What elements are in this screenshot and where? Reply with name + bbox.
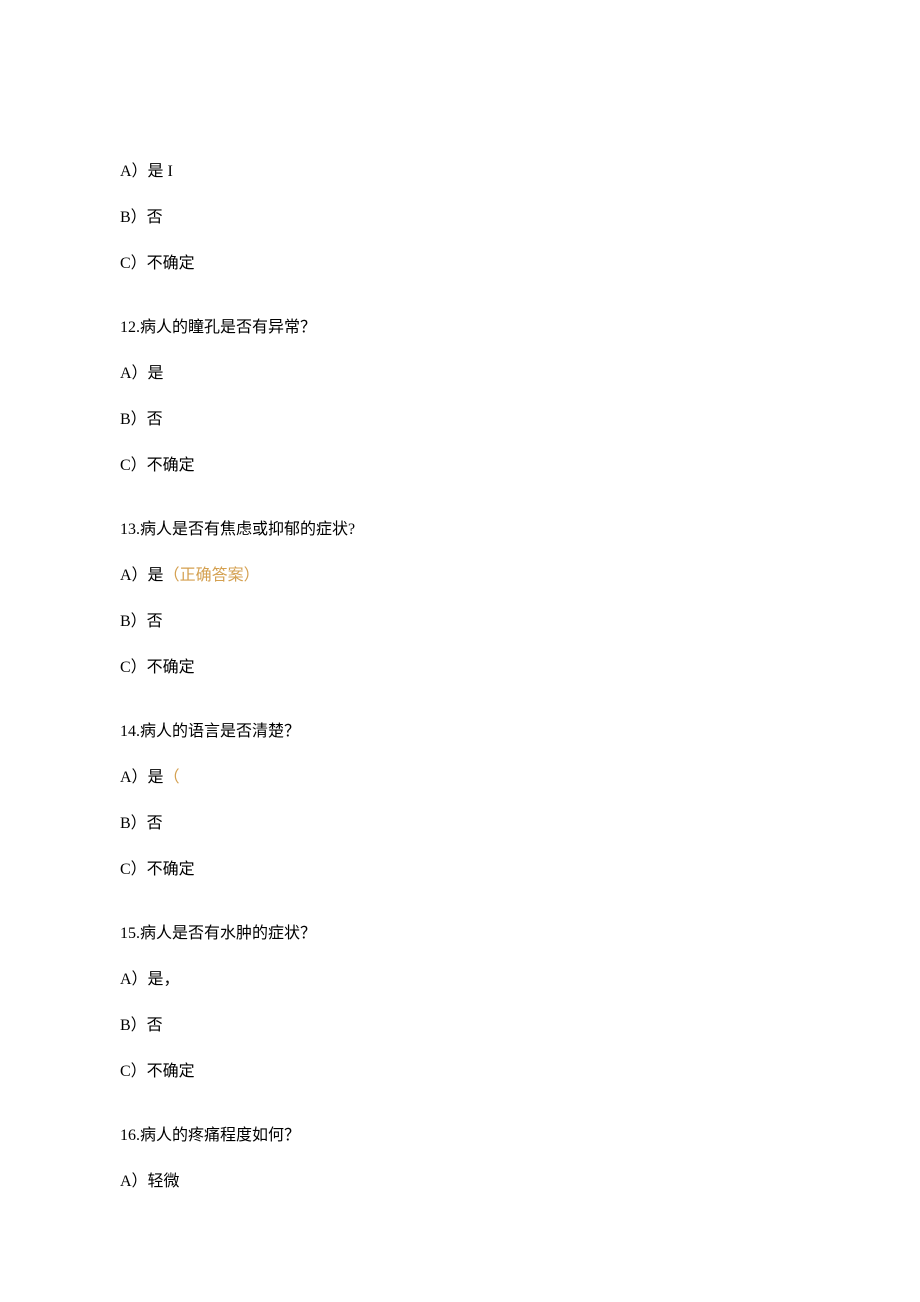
document-content: A）是 I B）否 C）不确定 12.病人的瞳孔是否有异常？ A）是 B）否 C）不确定 13… xyxy=(120,160,800,1194)
option-text: B）否 xyxy=(120,408,800,432)
question-text: 12.病人的瞳孔是否有异常？ xyxy=(120,316,800,340)
option-text: A）是， xyxy=(120,968,800,992)
correct-answer-label: （ xyxy=(164,769,180,786)
option-text: A）是 xyxy=(120,362,800,386)
option-text: A）是 I xyxy=(120,160,800,184)
option-with-answer: A）是（正确答案） xyxy=(120,564,800,588)
option-text: C）不确定 xyxy=(120,454,800,478)
question-text: 14.病人的语言是否清楚？ xyxy=(120,720,800,744)
option-text: B）否 xyxy=(120,812,800,836)
option-with-answer: A）是（ xyxy=(120,766,800,790)
correct-answer-label: （正确答案） xyxy=(164,567,260,584)
option-text: C）不确定 xyxy=(120,1060,800,1084)
option-text: C）不确定 xyxy=(120,858,800,882)
question-text: 16.病人的疼痛程度如何？ xyxy=(120,1124,800,1148)
option-prefix: A）是 xyxy=(120,769,164,786)
option-text: B）否 xyxy=(120,1014,800,1038)
question-text: 15.病人是否有水肿的症状？ xyxy=(120,922,800,946)
option-text: C）不确定 xyxy=(120,252,800,276)
option-prefix: A）是 xyxy=(120,567,164,584)
option-text: A）轻微 xyxy=(120,1170,800,1194)
option-text: B）否 xyxy=(120,206,800,230)
question-text: 13.病人是否有焦虑或抑郁的症状? xyxy=(120,518,800,542)
option-text: B）否 xyxy=(120,610,800,634)
option-text: C）不确定 xyxy=(120,656,800,680)
